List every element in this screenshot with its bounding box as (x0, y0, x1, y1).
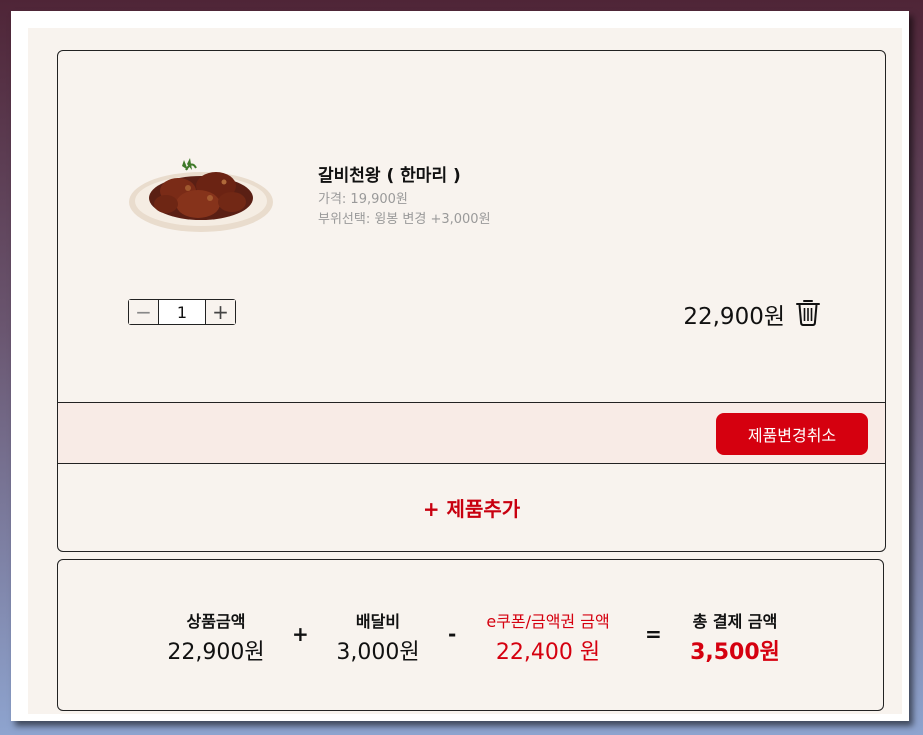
line-total: 22,900원 (683, 304, 785, 330)
product-amount-value: 22,900원 (167, 640, 265, 665)
coupon-amount-value: 22,400 원 (495, 640, 601, 665)
delivery-fee-label: 배달비 (355, 612, 401, 631)
cart-item: 갈비천왕 ( 한마리 ) 가격: 19,900원 부위선택: 윙봉 변경 +3,… (58, 51, 885, 403)
product-option: 부위선택: 윙봉 변경 +3,000원 (318, 212, 491, 227)
plus-operator: + (292, 622, 309, 646)
total-payment-label: 총 결제 금액 (692, 612, 778, 631)
chicken-dish-image (129, 158, 273, 232)
cart-canvas: 갈비천왕 ( 한마리 ) 가격: 19,900원 부위선택: 윙봉 변경 +3,… (28, 28, 902, 714)
product-amount: 상품금액 22,900원 (161, 608, 271, 666)
payment-summary: 상품금액 22,900원 + 배달비 3,000원 - e쿠폰/금액권 금액 2… (57, 559, 884, 711)
decrease-quantity-button[interactable]: − (129, 300, 159, 324)
quantity-stepper: − 1 + (128, 299, 236, 325)
total-payment: 총 결제 금액 3,500원 (678, 608, 792, 666)
cancel-change-button[interactable]: 제품변경취소 (716, 413, 868, 455)
delivery-fee: 배달비 3,000원 (328, 608, 428, 666)
minus-operator: - (448, 622, 457, 646)
cart-item-card: 갈비천왕 ( 한마리 ) 가격: 19,900원 부위선택: 윙봉 변경 +3,… (57, 50, 886, 552)
coupon-amount-label: e쿠폰/금액권 금액 (486, 612, 610, 631)
cancel-change-row: 제품변경취소 (58, 402, 885, 464)
quantity-value[interactable]: 1 (159, 300, 205, 324)
product-price: 가격: 19,900원 (318, 192, 408, 207)
product-name: 갈비천왕 ( 한마리 ) (318, 166, 461, 186)
trash-icon[interactable] (795, 298, 821, 326)
delivery-fee-value: 3,000원 (336, 640, 420, 665)
equals-operator: = (645, 622, 662, 646)
total-payment-value: 3,500원 (690, 640, 780, 665)
coupon-amount: e쿠폰/금액권 금액 22,400 원 (468, 608, 628, 666)
product-amount-label: 상품금액 (186, 612, 246, 631)
add-product-link[interactable]: + 제품추가 (423, 493, 520, 522)
add-product-row: + 제품추가 (58, 464, 885, 551)
window-frame: 갈비천왕 ( 한마리 ) 가격: 19,900원 부위선택: 윙봉 변경 +3,… (11, 11, 909, 721)
increase-quantity-button[interactable]: + (205, 300, 235, 324)
